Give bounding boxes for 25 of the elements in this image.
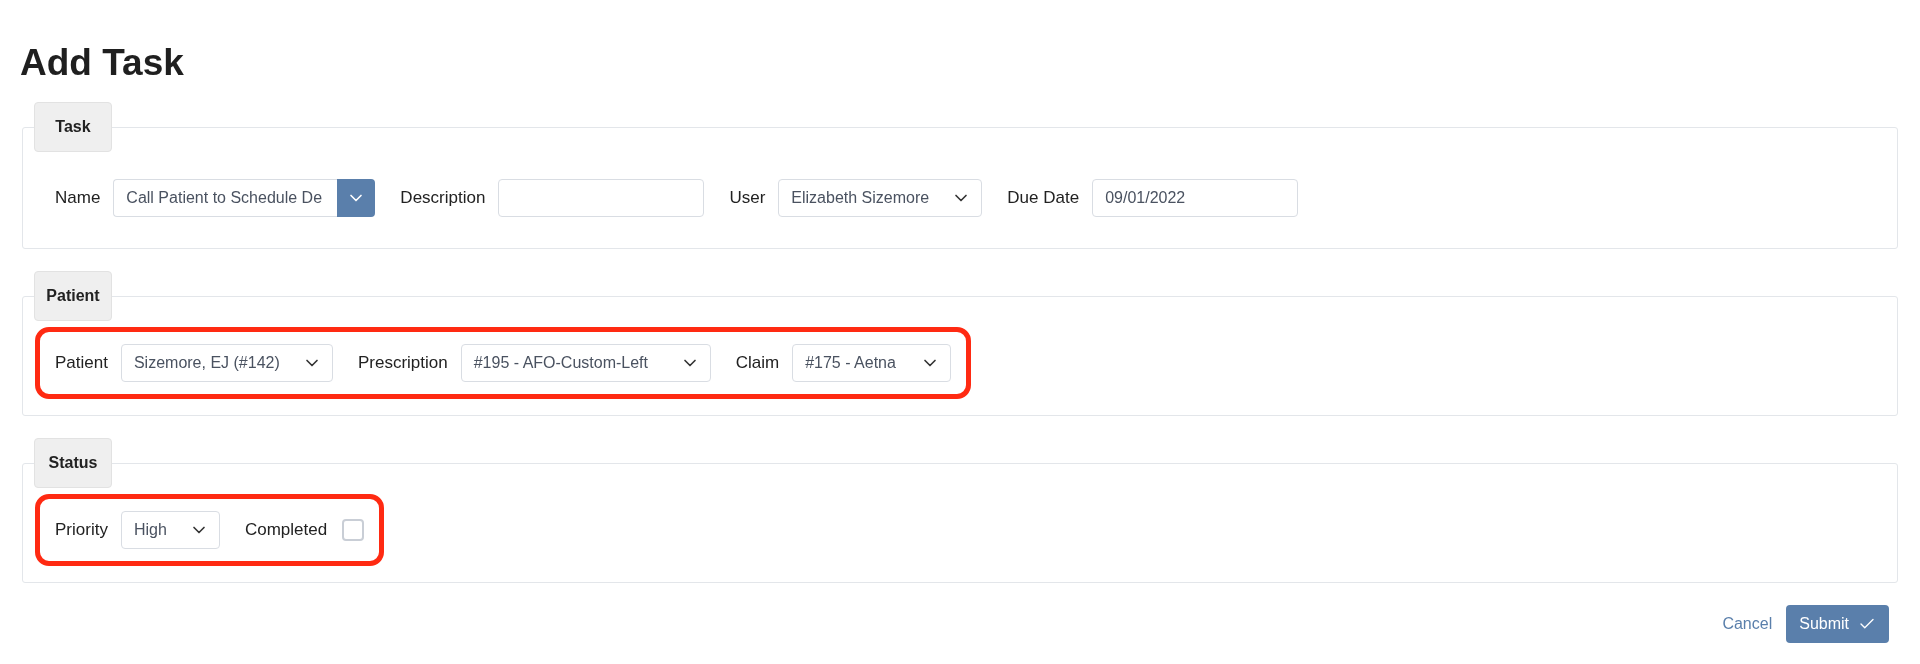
- field-label: Description: [400, 187, 486, 210]
- text-field[interactable]: [498, 179, 705, 217]
- cancel-link[interactable]: Cancel: [1722, 612, 1773, 636]
- text-field[interactable]: 09/01/2022: [1092, 179, 1299, 217]
- field-label: User: [729, 187, 766, 210]
- select-field[interactable]: #195 - AFO-Custom-Left: [460, 344, 711, 382]
- select-field[interactable]: High: [120, 511, 220, 549]
- field-label: Patient: [55, 352, 108, 375]
- section-legend: Task: [34, 102, 112, 152]
- field-label: Claim: [735, 352, 780, 375]
- field-label: Completed: [244, 519, 328, 542]
- field-label: Name: [55, 187, 101, 210]
- field-label: Priority: [55, 519, 108, 542]
- field-label: Prescription: [357, 352, 448, 375]
- checkbox[interactable]: [342, 519, 365, 541]
- select-field[interactable]: #175 - Aetna: [792, 344, 952, 382]
- name-field[interactable]: Call Patient to Schedule De: [113, 179, 338, 217]
- dropdown-button[interactable]: [337, 179, 376, 217]
- page-title: Add Task: [20, 41, 185, 85]
- section-legend: Status: [34, 438, 112, 488]
- select-field[interactable]: Sizemore, EJ (#142): [120, 344, 333, 382]
- field-label: Due Date: [1007, 187, 1080, 210]
- select-field[interactable]: Elizabeth Sizemore: [778, 179, 983, 217]
- section-legend: Patient: [34, 271, 112, 321]
- submit-button[interactable]: Submit: [1786, 605, 1889, 643]
